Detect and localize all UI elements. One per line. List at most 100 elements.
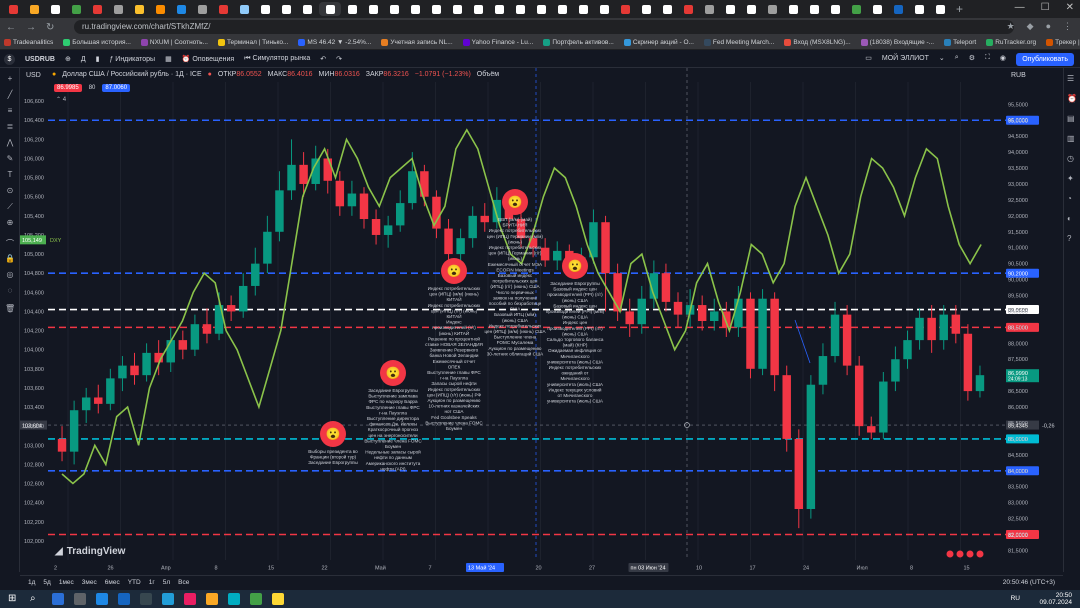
candle-body[interactable] bbox=[746, 298, 755, 369]
candle-body[interactable] bbox=[830, 314, 840, 357]
folder-icon[interactable] bbox=[206, 593, 218, 605]
maximize-icon[interactable]: ☐ bbox=[1041, 2, 1050, 13]
browser-tab[interactable] bbox=[511, 2, 530, 16]
interval-button[interactable]: Д bbox=[81, 56, 86, 63]
candle-body[interactable] bbox=[57, 438, 67, 452]
chat-icon[interactable]: ◔ bbox=[1067, 194, 1077, 204]
trendline-tool-icon[interactable]: ╱ bbox=[5, 90, 15, 100]
bookmark-item[interactable]: Yahoo Finance - Lu... bbox=[462, 39, 533, 46]
browser-tab[interactable] bbox=[910, 2, 929, 16]
candle-body[interactable] bbox=[770, 298, 779, 376]
add-symbol-icon[interactable]: ⊕ bbox=[65, 55, 71, 63]
layout-icon[interactable]: ▭ bbox=[865, 54, 872, 62]
browser-tab[interactable] bbox=[151, 2, 170, 16]
candle-body[interactable] bbox=[963, 333, 973, 392]
candle-body[interactable] bbox=[323, 158, 332, 181]
range-button[interactable]: Все bbox=[178, 579, 189, 586]
data-window-icon[interactable]: ▤ bbox=[1067, 114, 1077, 124]
browser-tab[interactable] bbox=[88, 2, 107, 16]
browser-tab[interactable] bbox=[700, 2, 719, 16]
undo-icon[interactable]: ↶ bbox=[320, 55, 326, 63]
candle-body[interactable] bbox=[818, 356, 828, 385]
browser-tab[interactable] bbox=[448, 2, 467, 16]
candle-body[interactable] bbox=[601, 222, 610, 274]
bookmark-item[interactable]: Трекер | NXM-Club bbox=[1046, 39, 1080, 46]
bookmark-item[interactable]: Терминал | Тинько... bbox=[217, 39, 288, 46]
layout-name[interactable]: МОЙ ЭЛЛИОТ bbox=[882, 55, 929, 62]
magnet-tool-icon[interactable]: ⌒ bbox=[5, 238, 15, 248]
browser-tab[interactable] bbox=[172, 2, 191, 16]
legend-collapse[interactable]: ⌃ 4 bbox=[56, 96, 66, 103]
candle-body[interactable] bbox=[661, 273, 671, 302]
sell-button[interactable]: 86.9985 bbox=[54, 84, 82, 92]
candle-body[interactable] bbox=[915, 317, 924, 341]
text-tool-icon[interactable]: T bbox=[5, 170, 15, 180]
candle-body[interactable] bbox=[347, 193, 357, 207]
candle-body[interactable] bbox=[867, 426, 876, 433]
candle-body[interactable] bbox=[299, 164, 308, 184]
browser-tab[interactable] bbox=[784, 2, 803, 16]
browser-tab[interactable] bbox=[109, 2, 128, 16]
browser-tab[interactable] bbox=[427, 2, 446, 16]
brush-tool-icon[interactable]: ✎ bbox=[5, 154, 15, 164]
chart-time[interactable]: 20:50:46 (UTC+3) bbox=[1003, 579, 1055, 586]
price-chart[interactable]: 95,000090,200089,060088,500085,000084,00… bbox=[20, 68, 1063, 575]
candle-body[interactable] bbox=[178, 340, 188, 350]
calendar-event-flag-icon[interactable] bbox=[966, 550, 974, 558]
ruler-tool-icon[interactable]: ⟋ bbox=[5, 202, 15, 212]
search-taskbar-icon[interactable]: ⌕ bbox=[30, 593, 42, 605]
bookmark-item[interactable]: NXUM | Соотноть... bbox=[140, 39, 208, 46]
search-icon[interactable]: ⌕ bbox=[955, 54, 959, 62]
close-icon[interactable]: ✕ bbox=[1066, 2, 1074, 13]
browser-tab[interactable] bbox=[805, 2, 824, 16]
buy-button[interactable]: 87.0060 bbox=[102, 84, 131, 92]
candle-body[interactable] bbox=[444, 228, 453, 255]
browser-tab[interactable] bbox=[679, 2, 698, 16]
bookmark-item[interactable]: (18038) Входящие -... bbox=[860, 39, 934, 46]
browser-tab[interactable] bbox=[343, 2, 362, 16]
candle-body[interactable] bbox=[975, 375, 985, 392]
bookmark-item[interactable]: Tradeanalitics bbox=[4, 39, 53, 46]
browser-tab[interactable] bbox=[469, 2, 488, 16]
telegram-icon[interactable] bbox=[162, 593, 174, 605]
browser-tab[interactable] bbox=[4, 2, 23, 16]
minimize-icon[interactable]: — bbox=[1015, 2, 1025, 13]
candle-body[interactable] bbox=[637, 298, 647, 325]
browser-tab[interactable] bbox=[235, 2, 254, 16]
candle-body[interactable] bbox=[81, 397, 91, 411]
calendar-event-flag-icon[interactable] bbox=[956, 550, 964, 558]
replay-button[interactable]: ⏮ Симулятор рынка bbox=[244, 55, 310, 63]
mail-icon[interactable] bbox=[118, 593, 130, 605]
ideas-icon[interactable]: ✦ bbox=[1067, 174, 1077, 184]
candle-body[interactable] bbox=[540, 247, 550, 261]
new-tab-icon[interactable]: + bbox=[956, 2, 963, 16]
browser-tab[interactable] bbox=[277, 2, 296, 16]
app-icon[interactable] bbox=[184, 593, 196, 605]
browser-tab[interactable] bbox=[553, 2, 572, 16]
candle-body[interactable] bbox=[806, 384, 816, 510]
watchlist-icon[interactable]: ☰ bbox=[1067, 74, 1077, 84]
browser-tab[interactable] bbox=[67, 2, 86, 16]
explorer-icon[interactable] bbox=[96, 593, 108, 605]
candle-body[interactable] bbox=[335, 180, 345, 207]
candle-body[interactable] bbox=[625, 311, 634, 325]
candle-body[interactable] bbox=[130, 365, 139, 376]
candle-body[interactable] bbox=[879, 381, 888, 433]
publish-button[interactable]: Опубликовать bbox=[1016, 53, 1074, 66]
candle-body[interactable] bbox=[939, 314, 948, 341]
notes-icon[interactable] bbox=[272, 593, 284, 605]
bars-style-icon[interactable]: ▮ bbox=[96, 55, 100, 63]
snapshot-icon[interactable]: ◉ bbox=[1000, 54, 1006, 62]
indicators-button[interactable]: ƒ Индикаторы bbox=[109, 56, 155, 63]
dxy-line[interactable] bbox=[61, 128, 982, 485]
range-button[interactable]: 5л bbox=[163, 579, 170, 586]
redo-icon[interactable]: ↷ bbox=[336, 55, 342, 63]
forward-icon[interactable]: → bbox=[26, 22, 36, 33]
candle-body[interactable] bbox=[951, 314, 961, 334]
candle-body[interactable] bbox=[118, 365, 127, 379]
bookmark-item[interactable]: Учетная запись NL... bbox=[381, 39, 453, 46]
alerts-button[interactable]: ⏰ Оповещения bbox=[182, 55, 234, 63]
range-button[interactable]: 1д bbox=[28, 579, 35, 586]
app2-icon[interactable] bbox=[228, 593, 240, 605]
horizontal-line-tool-icon[interactable]: ≡ bbox=[5, 106, 15, 116]
